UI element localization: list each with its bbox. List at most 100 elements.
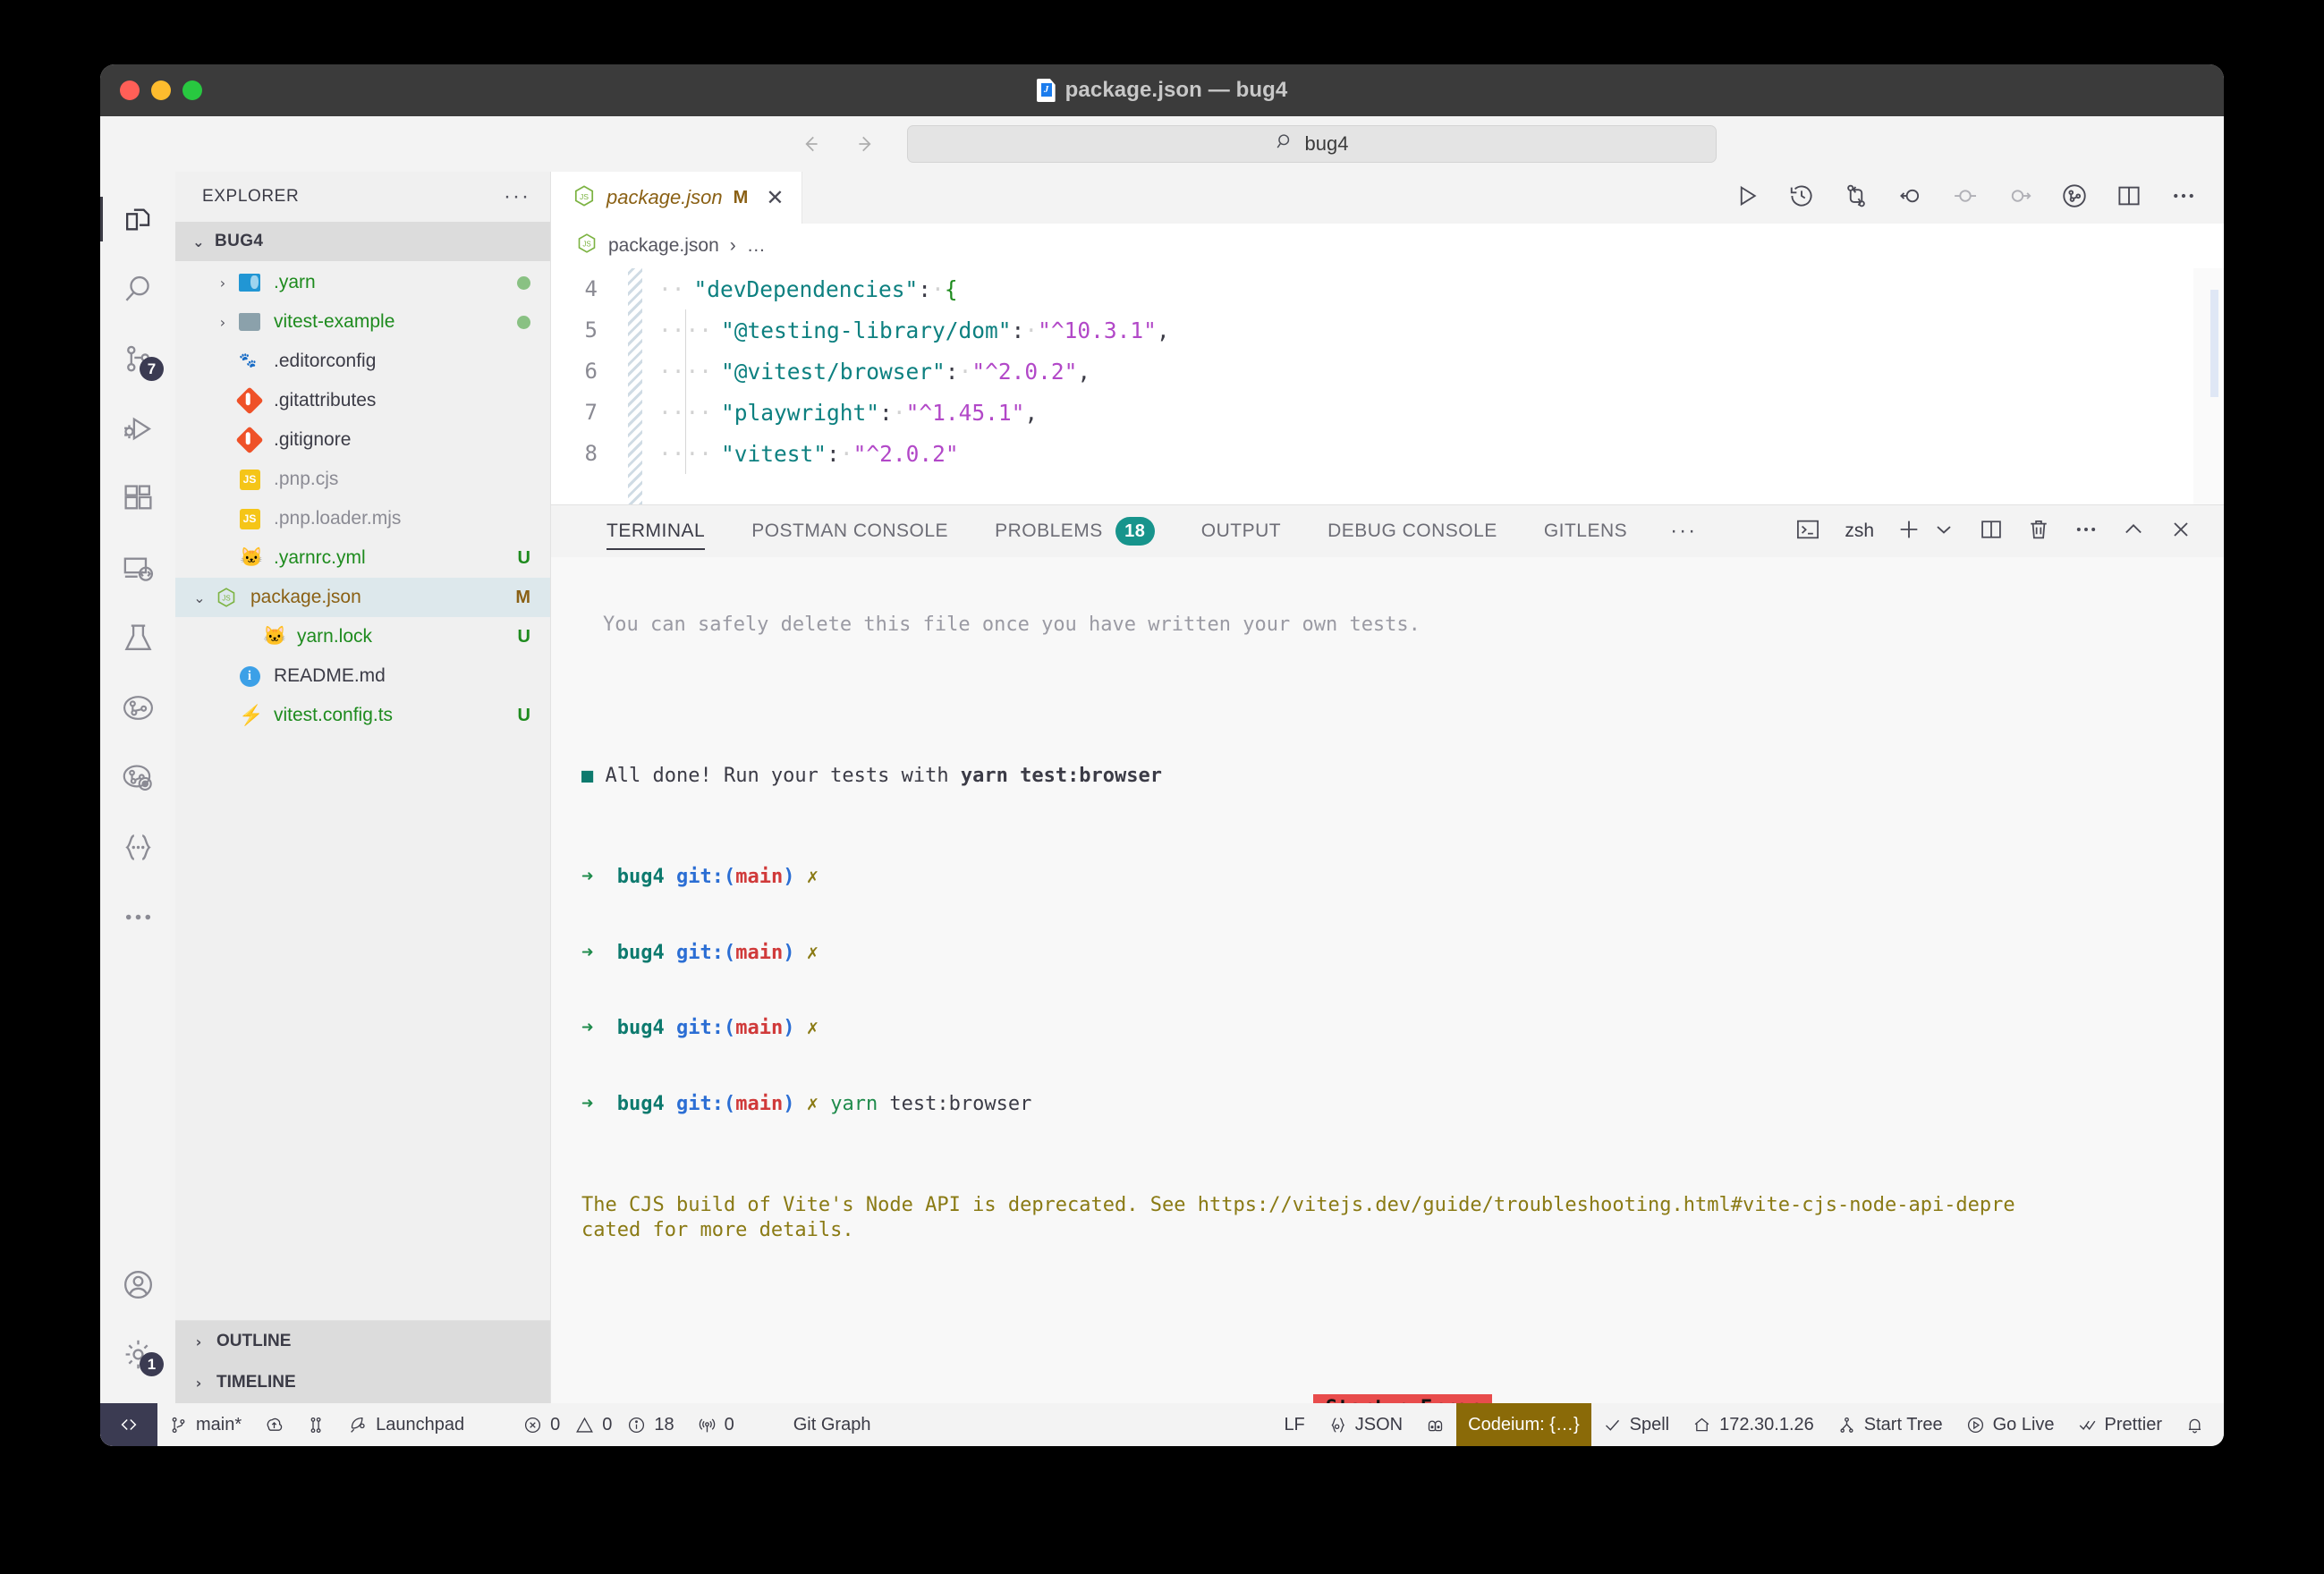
back-arrow-icon[interactable] <box>798 132 823 156</box>
status-notifications[interactable] <box>2174 1403 2224 1446</box>
sidebar-item-manage-settings[interactable]: 1 <box>100 1319 175 1389</box>
terminal-output[interactable]: You can safely delete this file once you… <box>551 557 2224 1403</box>
gitlens-file-annotations-icon[interactable] <box>2061 182 2088 214</box>
chevron-down-icon[interactable] <box>1931 517 1956 546</box>
panel-tab-debug-console[interactable]: DEBUG CONSOLE <box>1304 505 1521 557</box>
sidebar-item-accounts[interactable] <box>100 1249 175 1319</box>
token: { <box>944 275 958 302</box>
kill-terminal-icon[interactable] <box>2026 517 2051 546</box>
panel-tab-terminal[interactable]: TERMINAL <box>583 505 728 557</box>
status-prettier[interactable]: Prettier <box>2066 1403 2174 1446</box>
file-tree-item[interactable]: 🐱 .yarnrc.yml U <box>175 538 550 578</box>
minimize-window-button[interactable] <box>151 80 171 100</box>
status-start-tree[interactable]: Start Tree <box>1826 1403 1955 1446</box>
go-to-next-change-icon[interactable] <box>2006 182 2033 214</box>
status-launchpad[interactable]: Launchpad <box>337 1403 476 1446</box>
prompt-git-close: ) <box>783 1093 795 1116</box>
sidebar-item-gitlens-inspect[interactable] <box>100 742 175 812</box>
merge-accept-current-icon[interactable] <box>1952 182 1979 214</box>
status-git-branch-picker[interactable] <box>295 1403 337 1446</box>
sidebar-item-remote-explorer[interactable] <box>100 533 175 603</box>
token: "^2.0.2" <box>971 358 1078 385</box>
status-sync-button[interactable] <box>253 1403 295 1446</box>
window-controls[interactable] <box>100 80 202 100</box>
workspace-folder-header[interactable]: ⌄ BUG4 <box>175 222 550 261</box>
sidebar-item-more-views[interactable] <box>100 882 175 952</box>
breadcrumb-rest[interactable]: … <box>747 235 766 257</box>
file-tree-item[interactable]: .gitignore <box>175 420 550 460</box>
prompt-branch: main <box>735 866 784 889</box>
status-language-mode[interactable]: JSON <box>1317 1403 1414 1446</box>
split-editor-icon[interactable] <box>2116 182 2142 214</box>
status-gitlens-toggle[interactable] <box>1414 1403 1456 1446</box>
status-problems[interactable]: 0 0 18 <box>512 1403 686 1446</box>
split-terminal-icon[interactable] <box>1979 517 2004 546</box>
remote-host-button[interactable] <box>100 1403 157 1446</box>
breadcrumb-file[interactable]: package.json <box>608 235 719 257</box>
panel-tab-gitlens[interactable]: GITLENS <box>1521 505 1650 557</box>
file-tree-item[interactable]: ⌄ JS package.json M <box>175 578 550 617</box>
status-codeium[interactable]: Codeium: {…} <box>1456 1403 1591 1446</box>
close-icon[interactable]: ✕ <box>766 185 784 210</box>
new-terminal-icon[interactable] <box>1896 517 1921 546</box>
go-to-previous-change-icon[interactable] <box>1897 182 1924 214</box>
close-window-button[interactable] <box>120 80 140 100</box>
sidebar-item-extensions[interactable] <box>100 463 175 533</box>
explorer-more-actions-icon[interactable]: ··· <box>504 186 530 207</box>
file-tree-item[interactable]: ⚡ vitest.config.ts U <box>175 696 550 735</box>
sidebar-item-search[interactable] <box>100 254 175 324</box>
editor-more-actions-icon[interactable] <box>2170 182 2197 214</box>
sidebar-item-git-graph[interactable] <box>100 673 175 742</box>
file-tree-item[interactable]: .gitattributes <box>175 381 550 420</box>
status-branch[interactable]: main* <box>157 1403 253 1446</box>
sidebar-item-testing[interactable] <box>100 603 175 673</box>
maximize-panel-icon[interactable] <box>2121 517 2146 546</box>
minimap[interactable] <box>2193 268 2224 504</box>
status-git-graph[interactable]: Git Graph <box>782 1403 883 1446</box>
status-go-live[interactable]: Go Live <box>1955 1403 2066 1446</box>
panel-tab-problems[interactable]: PROBLEMS 18 <box>971 505 1178 557</box>
tab-package-json[interactable]: JS package.json M ✕ <box>551 172 803 224</box>
status-eol[interactable]: LF <box>1272 1403 1316 1446</box>
outline-section-header[interactable]: › OUTLINE <box>175 1321 550 1362</box>
chevron-right-icon: › <box>195 1333 202 1350</box>
twisty-icon[interactable]: › <box>211 275 234 292</box>
sidebar-item-json-crack[interactable] <box>100 812 175 882</box>
timeline-section-header[interactable]: › TIMELINE <box>175 1362 550 1403</box>
token: : <box>827 440 840 467</box>
terminal-prompt-line: ➜ bug4 git:(main) ✗ <box>581 1016 2224 1041</box>
quick-search-input[interactable]: bug4 <box>907 125 1717 163</box>
alldone-command: yarn test:browser <box>960 765 1163 788</box>
sidebar-item-run-and-debug[interactable] <box>100 394 175 463</box>
code-editor[interactable]: 4 ·· "devDependencies": ·{5 ·· ·· "@testing-li… <box>551 268 2224 504</box>
breadcrumb[interactable]: JS package.json › … <box>551 224 2224 268</box>
close-panel-icon[interactable] <box>2168 517 2193 546</box>
workspace-folder-name: BUG4 <box>215 232 264 250</box>
sidebar-item-explorer[interactable] <box>100 184 175 254</box>
forward-arrow-icon[interactable] <box>853 132 878 156</box>
sidebar-item-source-control[interactable]: 7 <box>100 324 175 394</box>
file-tree-item[interactable]: › .yarn <box>175 263 550 302</box>
prompt-arrow: ➜ <box>581 1017 594 1040</box>
file-tree-item[interactable]: JS .pnp.cjs <box>175 460 550 499</box>
compare-changes-icon[interactable] <box>1843 182 1870 214</box>
terminal-shell-label[interactable]: zsh <box>1845 520 1874 542</box>
run-icon[interactable] <box>1734 182 1760 214</box>
file-tree-item[interactable]: 🐾 .editorconfig <box>175 342 550 381</box>
panel-more-actions-icon[interactable] <box>2074 517 2099 546</box>
maximize-window-button[interactable] <box>182 80 202 100</box>
status-spell-checker[interactable]: Spell <box>1591 1403 1681 1446</box>
twisty-icon[interactable]: › <box>211 314 234 331</box>
file-tree-item[interactable]: i README.md <box>175 656 550 696</box>
file-tree-item[interactable]: 🐱 yarn.lock U <box>175 617 550 656</box>
file-status-badge: U <box>517 547 530 568</box>
file-tree-item[interactable]: JS .pnp.loader.mjs <box>175 499 550 538</box>
status-ports[interactable]: 0 <box>686 1403 746 1446</box>
status-local-ip[interactable]: 172.30.1.26 <box>1681 1403 1826 1446</box>
panel-overflow-icon[interactable]: ··· <box>1650 520 1717 542</box>
file-tree-item[interactable]: › vitest-example <box>175 302 550 342</box>
panel-tab-output[interactable]: OUTPUT <box>1178 505 1304 557</box>
twisty-icon[interactable]: ⌄ <box>188 589 211 606</box>
panel-tab-postman-console[interactable]: POSTMAN CONSOLE <box>728 505 971 557</box>
timeline-history-icon[interactable] <box>1788 182 1815 214</box>
